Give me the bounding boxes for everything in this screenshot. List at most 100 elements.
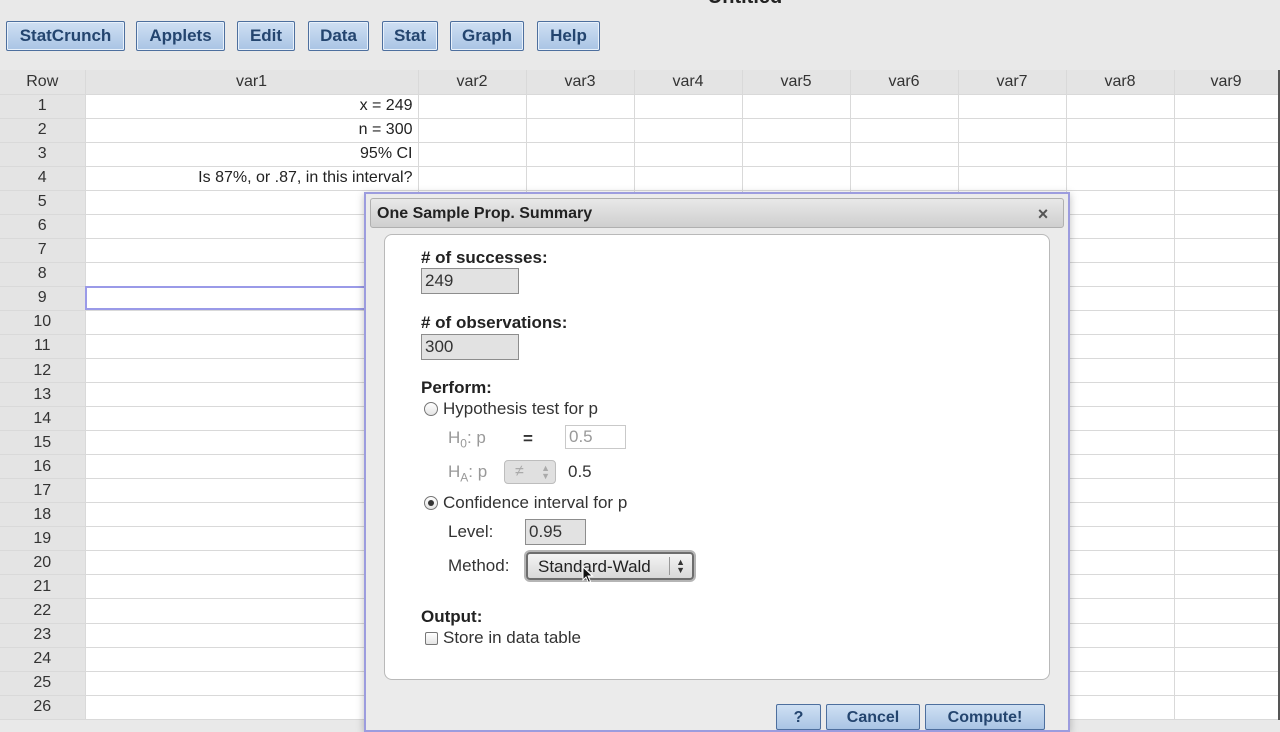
- grid-cell[interactable]: [1066, 647, 1175, 672]
- grid-cell[interactable]: [1066, 310, 1175, 335]
- grid-cell[interactable]: [958, 142, 1067, 167]
- grid-cell[interactable]: [1066, 382, 1175, 408]
- grid-cell[interactable]: [1174, 190, 1279, 215]
- menu-edit[interactable]: Edit: [237, 21, 295, 51]
- grid-cell[interactable]: [1174, 358, 1279, 384]
- grid-cell[interactable]: [742, 142, 851, 167]
- column-header-var8[interactable]: var8: [1066, 70, 1175, 95]
- grid-cell[interactable]: [1174, 118, 1279, 143]
- grid-cell[interactable]: [418, 142, 527, 167]
- grid-cell[interactable]: [1066, 214, 1175, 239]
- row-number[interactable]: 2: [0, 118, 86, 143]
- row-number[interactable]: 16: [0, 454, 86, 480]
- grid-cell[interactable]: [1174, 94, 1279, 119]
- column-header-var9[interactable]: var9: [1174, 70, 1279, 95]
- row-number[interactable]: 23: [0, 623, 86, 648]
- successes-input[interactable]: [421, 268, 519, 294]
- row-number[interactable]: 26: [0, 695, 86, 720]
- row-number[interactable]: 17: [0, 478, 86, 504]
- row-number[interactable]: 9: [0, 286, 86, 311]
- grid-cell[interactable]: [1174, 334, 1279, 360]
- h0-value-input[interactable]: [565, 425, 626, 449]
- grid-cell[interactable]: [1174, 310, 1279, 335]
- help-button[interactable]: ?: [776, 704, 821, 730]
- row-number[interactable]: 12: [0, 358, 86, 384]
- grid-cell[interactable]: [1174, 166, 1279, 191]
- grid-cell[interactable]: x = 249: [85, 94, 419, 119]
- grid-cell[interactable]: [1174, 214, 1279, 239]
- grid-cell[interactable]: [634, 142, 743, 167]
- grid-cell[interactable]: [1174, 623, 1279, 648]
- row-number[interactable]: 15: [0, 430, 86, 456]
- grid-cell[interactable]: [1066, 695, 1175, 720]
- grid-cell[interactable]: [526, 166, 635, 191]
- compute-button[interactable]: Compute!: [925, 704, 1045, 730]
- grid-cell[interactable]: [1066, 430, 1175, 456]
- grid-cell[interactable]: [1174, 454, 1279, 480]
- row-number[interactable]: 19: [0, 526, 86, 552]
- grid-cell[interactable]: [958, 94, 1067, 119]
- menu-data[interactable]: Data: [308, 21, 369, 51]
- ha-operator-select[interactable]: ≠ ▲ ▼: [504, 460, 556, 484]
- grid-cell[interactable]: [1066, 478, 1175, 504]
- row-number[interactable]: 24: [0, 647, 86, 672]
- grid-cell[interactable]: [1066, 454, 1175, 480]
- grid-cell[interactable]: [526, 94, 635, 119]
- confidence-interval-radio[interactable]: [424, 496, 438, 510]
- column-header-var4[interactable]: var4: [634, 70, 743, 95]
- column-header-var6[interactable]: var6: [850, 70, 959, 95]
- grid-cell[interactable]: [1066, 238, 1175, 263]
- grid-cell[interactable]: [850, 142, 959, 167]
- grid-cell[interactable]: [1174, 406, 1279, 432]
- grid-cell[interactable]: [1066, 142, 1175, 167]
- grid-cell[interactable]: [1066, 286, 1175, 311]
- column-header-var2[interactable]: var2: [418, 70, 527, 95]
- row-number[interactable]: 4: [0, 166, 86, 191]
- cancel-button[interactable]: Cancel: [826, 704, 920, 730]
- row-number[interactable]: 22: [0, 598, 86, 624]
- grid-cell[interactable]: [1174, 286, 1279, 311]
- grid-cell[interactable]: [1174, 142, 1279, 167]
- grid-cell[interactable]: [418, 166, 527, 191]
- row-number[interactable]: 11: [0, 334, 86, 360]
- grid-cell[interactable]: [1066, 166, 1175, 191]
- row-number[interactable]: 3: [0, 142, 86, 167]
- grid-cell[interactable]: [1066, 574, 1175, 600]
- grid-cell[interactable]: [850, 118, 959, 143]
- row-number[interactable]: 14: [0, 406, 86, 432]
- hypothesis-test-radio[interactable]: [424, 402, 438, 416]
- grid-cell[interactable]: 95% CI: [85, 142, 419, 167]
- grid-cell[interactable]: [418, 118, 527, 143]
- grid-cell[interactable]: [850, 166, 959, 191]
- grid-cell[interactable]: [1174, 598, 1279, 624]
- menu-statcrunch[interactable]: StatCrunch: [6, 21, 125, 51]
- grid-cell[interactable]: [526, 142, 635, 167]
- grid-cell[interactable]: [634, 166, 743, 191]
- row-number[interactable]: 25: [0, 671, 86, 696]
- grid-cell[interactable]: [1174, 526, 1279, 552]
- row-number[interactable]: 13: [0, 382, 86, 408]
- grid-cell[interactable]: [1174, 238, 1279, 263]
- menu-help[interactable]: Help: [537, 21, 600, 51]
- grid-cell[interactable]: [958, 118, 1067, 143]
- grid-cell[interactable]: [634, 94, 743, 119]
- row-number[interactable]: 18: [0, 502, 86, 528]
- grid-cell[interactable]: [1174, 574, 1279, 600]
- store-in-table-checkbox[interactable]: [425, 632, 438, 645]
- grid-cell[interactable]: [1174, 671, 1279, 696]
- column-header-var5[interactable]: var5: [742, 70, 851, 95]
- row-number[interactable]: 1: [0, 94, 86, 119]
- grid-cell[interactable]: [1066, 334, 1175, 360]
- row-number[interactable]: 8: [0, 262, 86, 287]
- grid-cell[interactable]: [1066, 406, 1175, 432]
- grid-cell[interactable]: [1066, 358, 1175, 384]
- grid-cell[interactable]: [1066, 190, 1175, 215]
- column-header-var1[interactable]: var1: [85, 70, 419, 95]
- menu-applets[interactable]: Applets: [136, 21, 225, 51]
- close-icon[interactable]: ×: [1035, 205, 1051, 223]
- grid-cell[interactable]: [1066, 623, 1175, 648]
- grid-cell[interactable]: [1174, 695, 1279, 720]
- grid-cell[interactable]: [1174, 382, 1279, 408]
- grid-cell[interactable]: [526, 118, 635, 143]
- observations-input[interactable]: [421, 334, 519, 360]
